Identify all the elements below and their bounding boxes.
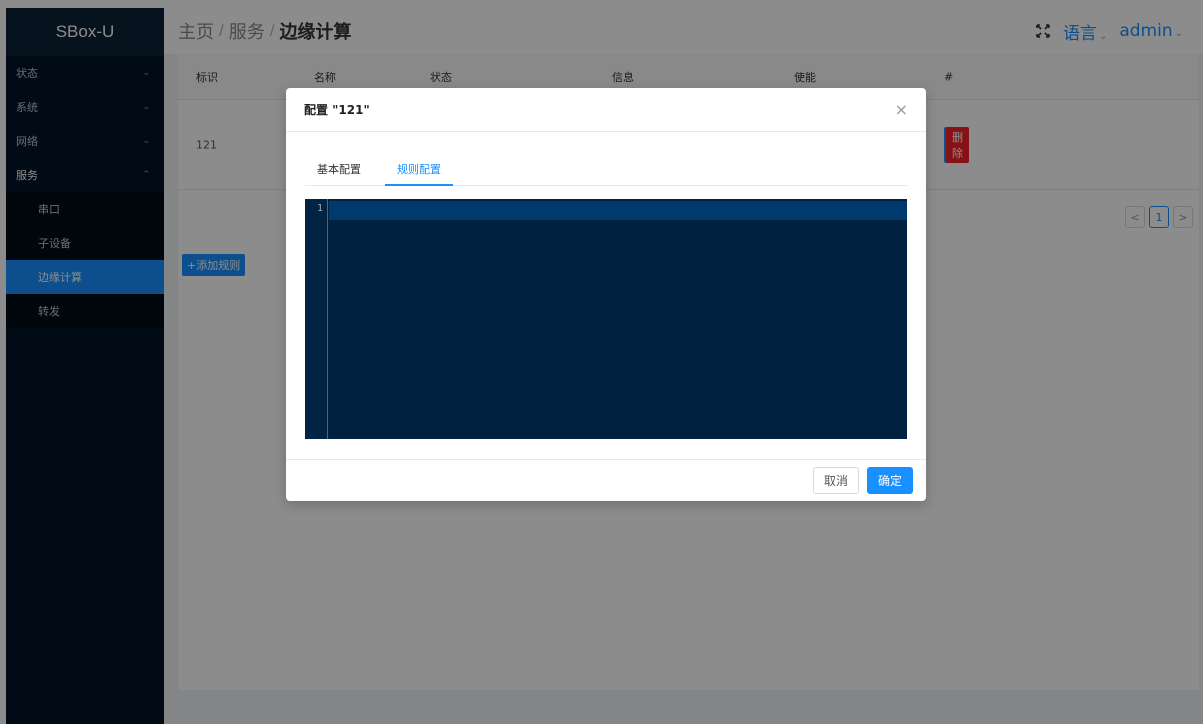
- ok-button[interactable]: 确定: [866, 467, 913, 494]
- modal-header: 配置 "121" ×: [286, 88, 926, 132]
- modal-footer: 取消 确定: [286, 459, 926, 501]
- modal-tabs: 基本配置 规则配置: [305, 154, 907, 186]
- active-line-highlight: [329, 201, 907, 220]
- editor-gutter: 1: [305, 199, 328, 439]
- tab-rule-config[interactable]: 规则配置: [385, 154, 453, 186]
- tab-basic-config[interactable]: 基本配置: [305, 154, 373, 186]
- line-number: 1: [316, 203, 323, 214]
- code-editor[interactable]: 1: [305, 199, 907, 439]
- modal-title: 配置 "121": [304, 103, 370, 117]
- config-modal: 配置 "121" × 基本配置 规则配置 1 取消 确定: [286, 88, 926, 501]
- cancel-button[interactable]: 取消: [812, 467, 859, 494]
- close-icon[interactable]: ×: [895, 100, 908, 119]
